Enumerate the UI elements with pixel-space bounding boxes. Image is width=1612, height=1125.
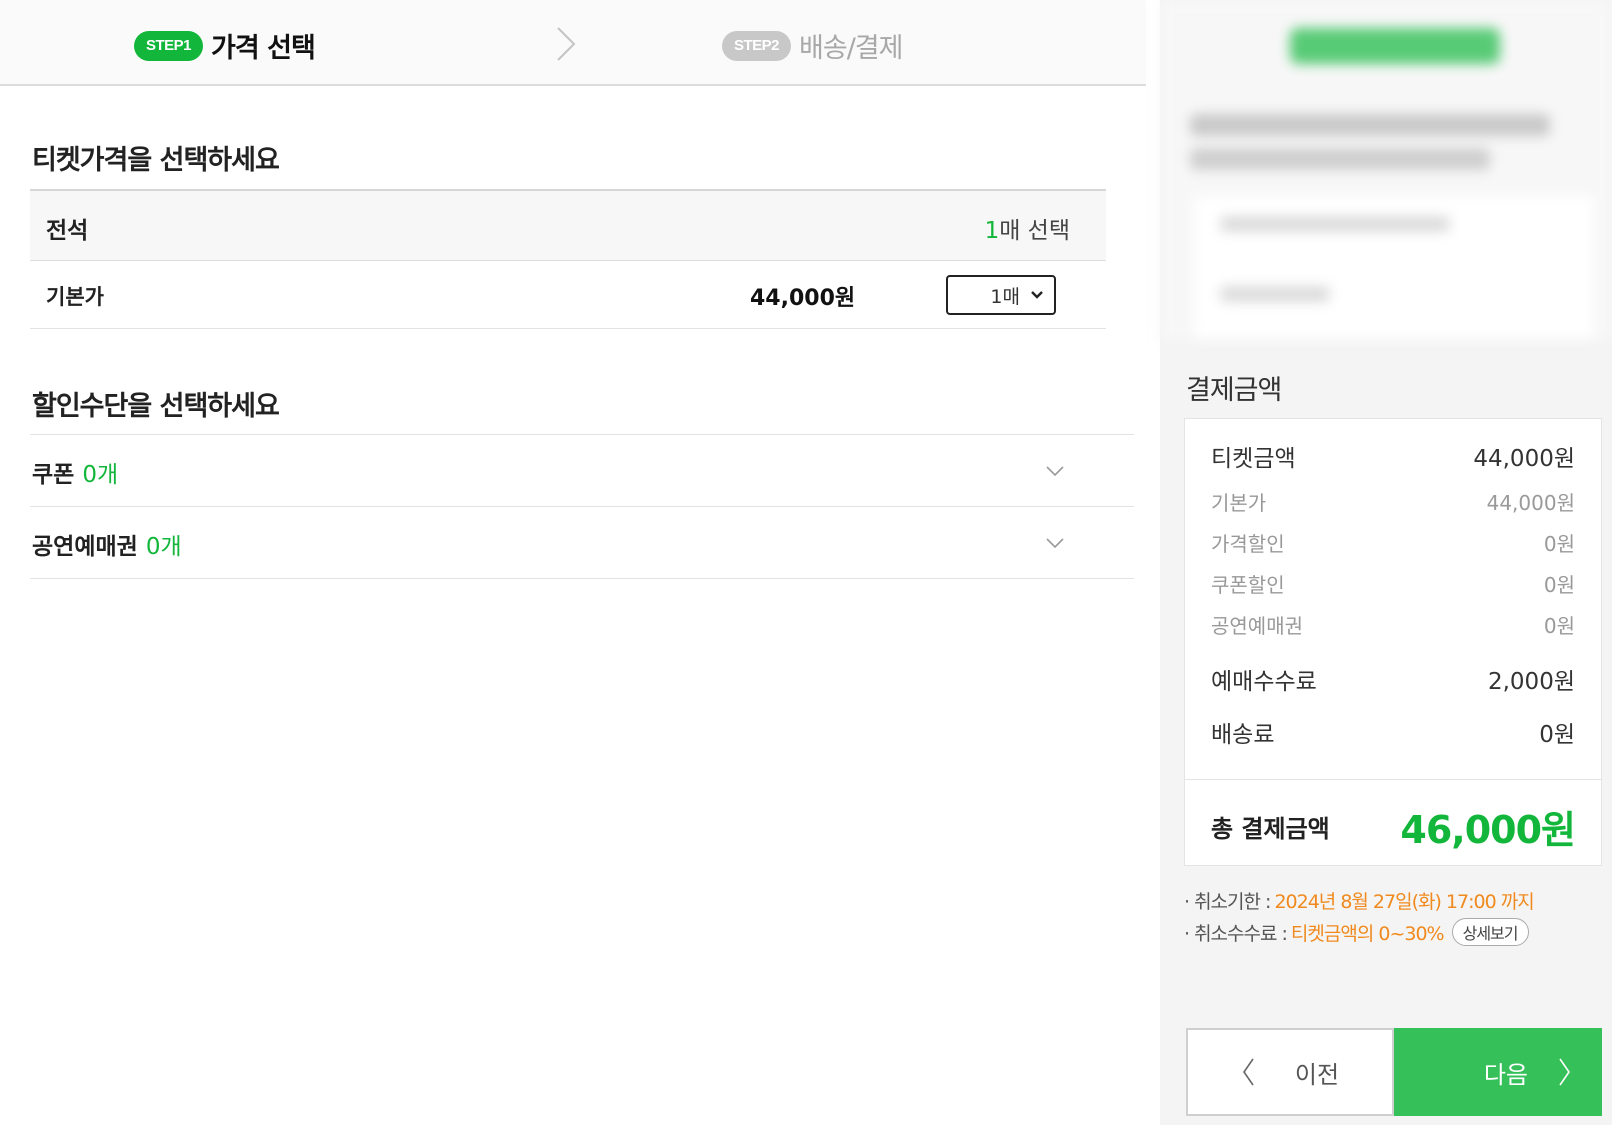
row-label: 배송료 — [1211, 722, 1275, 748]
note-value: 티켓금액의 0~30% — [1290, 922, 1445, 945]
price-amount: 44,000원 — [750, 286, 856, 311]
blurred-text — [1190, 114, 1550, 136]
detail-view-button[interactable]: 상세보기 — [1451, 918, 1529, 946]
grade-selected-count: 1매 선택 — [985, 211, 1070, 245]
payment-row-coupon-discount: 쿠폰할인 0원 — [1211, 569, 1575, 598]
navigation-buttons: 이전 다음 — [1186, 1028, 1602, 1116]
price-table: 전석 1매 선택 기본가 44,000원 1매 — [30, 189, 1106, 329]
grade-count-number: 1 — [984, 218, 1000, 244]
payment-row-base: 기본가 44,000원 — [1211, 487, 1575, 516]
row-label: 쿠폰할인 — [1211, 573, 1285, 597]
blurred-logo — [1290, 28, 1500, 64]
row-label: 티켓금액 — [1211, 446, 1296, 472]
blurred-performance-info — [1160, 0, 1612, 340]
note-label: · 취소기한 : — [1184, 890, 1271, 913]
discount-item-label: 쿠폰 0개 — [32, 455, 118, 489]
step-1-badge: STEP1 — [134, 30, 204, 61]
payment-total: 총 결제금액 46,000원 — [1211, 799, 1576, 854]
row-value: 0원 — [1543, 614, 1575, 638]
step-2-label: 배송/결제 — [799, 33, 903, 64]
chevron-down-icon — [1046, 466, 1064, 477]
chevron-down-icon — [1046, 538, 1064, 549]
step-2-badge: STEP2 — [722, 30, 792, 61]
row-label: 공연예매권 — [1211, 614, 1303, 638]
step-1: STEP1 가격 선택 — [134, 26, 316, 65]
total-value: 46,000원 — [1400, 808, 1576, 852]
payment-summary-box: 티켓금액 44,000원 기본가 44,000원 가격할인 0원 쿠폰할인 0원… — [1184, 418, 1602, 866]
price-name: 기본가 — [46, 285, 104, 309]
row-label: 가격할인 — [1211, 532, 1285, 556]
next-button-label: 다음 — [1483, 1060, 1528, 1089]
prev-button[interactable]: 이전 — [1186, 1028, 1394, 1116]
row-value: 2,000원 — [1487, 669, 1575, 695]
discount-item-coupon[interactable]: 쿠폰 0개 — [30, 435, 1134, 507]
discount-item-label: 공연예매권 0개 — [32, 527, 182, 561]
chevron-right-icon — [557, 27, 576, 61]
payment-row-booking-fee: 예매수수료 2,000원 — [1211, 662, 1575, 696]
voucher-label: 공연예매권 — [32, 534, 138, 560]
step-2: STEP2 배송/결제 — [722, 26, 904, 65]
voucher-count: 0개 — [145, 534, 182, 560]
payment-row-ticket: 티켓금액 44,000원 — [1211, 439, 1575, 473]
row-value: 44,000원 — [1473, 446, 1575, 472]
chevron-left-icon — [1242, 1058, 1254, 1086]
payment-sidebar: 결제금액 티켓금액 44,000원 기본가 44,000원 가격할인 0원 쿠폰… — [1160, 0, 1612, 1125]
divider — [1185, 779, 1601, 780]
grade-count-text: 매 선택 — [999, 218, 1070, 244]
cancel-notes: · 취소기한 : 2024년 8월 27일(화) 17:00 까지 · 취소수수… — [1184, 884, 1604, 948]
row-label: 기본가 — [1211, 491, 1267, 515]
payment-title: 결제금액 — [1186, 375, 1282, 406]
blurred-text — [1220, 216, 1450, 232]
coupon-count: 0개 — [82, 462, 119, 488]
row-value: 0원 — [1543, 573, 1575, 597]
row-value: 0원 — [1543, 532, 1575, 556]
discount-item-voucher[interactable]: 공연예매권 0개 — [30, 507, 1134, 579]
payment-row-price-discount: 가격할인 0원 — [1211, 528, 1575, 557]
blurred-text — [1220, 286, 1330, 302]
step-1-label: 가격 선택 — [211, 33, 316, 64]
price-section-title: 티켓가격을 선택하세요 — [32, 145, 280, 176]
note-value: 2024년 8월 27일(화) 17:00 까지 — [1274, 890, 1534, 913]
next-button[interactable]: 다음 — [1394, 1028, 1602, 1116]
price-row: 기본가 44,000원 1매 — [30, 261, 1106, 329]
note-label: · 취소수수료 : — [1184, 922, 1288, 945]
prev-button-label: 이전 — [1294, 1060, 1340, 1089]
cancel-fee-note: · 취소수수료 : 티켓금액의 0~30% 상세보기 — [1184, 916, 1604, 948]
quantity-select[interactable]: 1매 — [946, 275, 1056, 315]
discount-list: 쿠폰 0개 공연예매권 0개 — [30, 434, 1134, 579]
coupon-label: 쿠폰 — [32, 462, 75, 488]
grade-row: 전석 1매 선택 — [30, 191, 1106, 261]
row-value: 44,000원 — [1486, 491, 1575, 515]
row-value: 0원 — [1539, 722, 1575, 748]
payment-row-voucher: 공연예매권 0원 — [1211, 610, 1575, 639]
row-label: 예매수수료 — [1211, 669, 1317, 695]
grade-name: 전석 — [46, 218, 89, 244]
total-label: 총 결제금액 — [1211, 815, 1330, 843]
cancel-deadline-note: · 취소기한 : 2024년 8월 27일(화) 17:00 까지 — [1184, 884, 1604, 916]
step-header: STEP1 가격 선택 STEP2 배송/결제 — [0, 0, 1146, 86]
chevron-right-icon — [1559, 1058, 1570, 1086]
discount-section-title: 할인수단을 선택하세요 — [32, 391, 280, 422]
quantity-select-value: 1매 — [990, 285, 1020, 308]
chevron-down-icon — [1031, 291, 1043, 299]
payment-row-shipping: 배송료 0원 — [1211, 715, 1575, 749]
blurred-text — [1190, 148, 1490, 170]
